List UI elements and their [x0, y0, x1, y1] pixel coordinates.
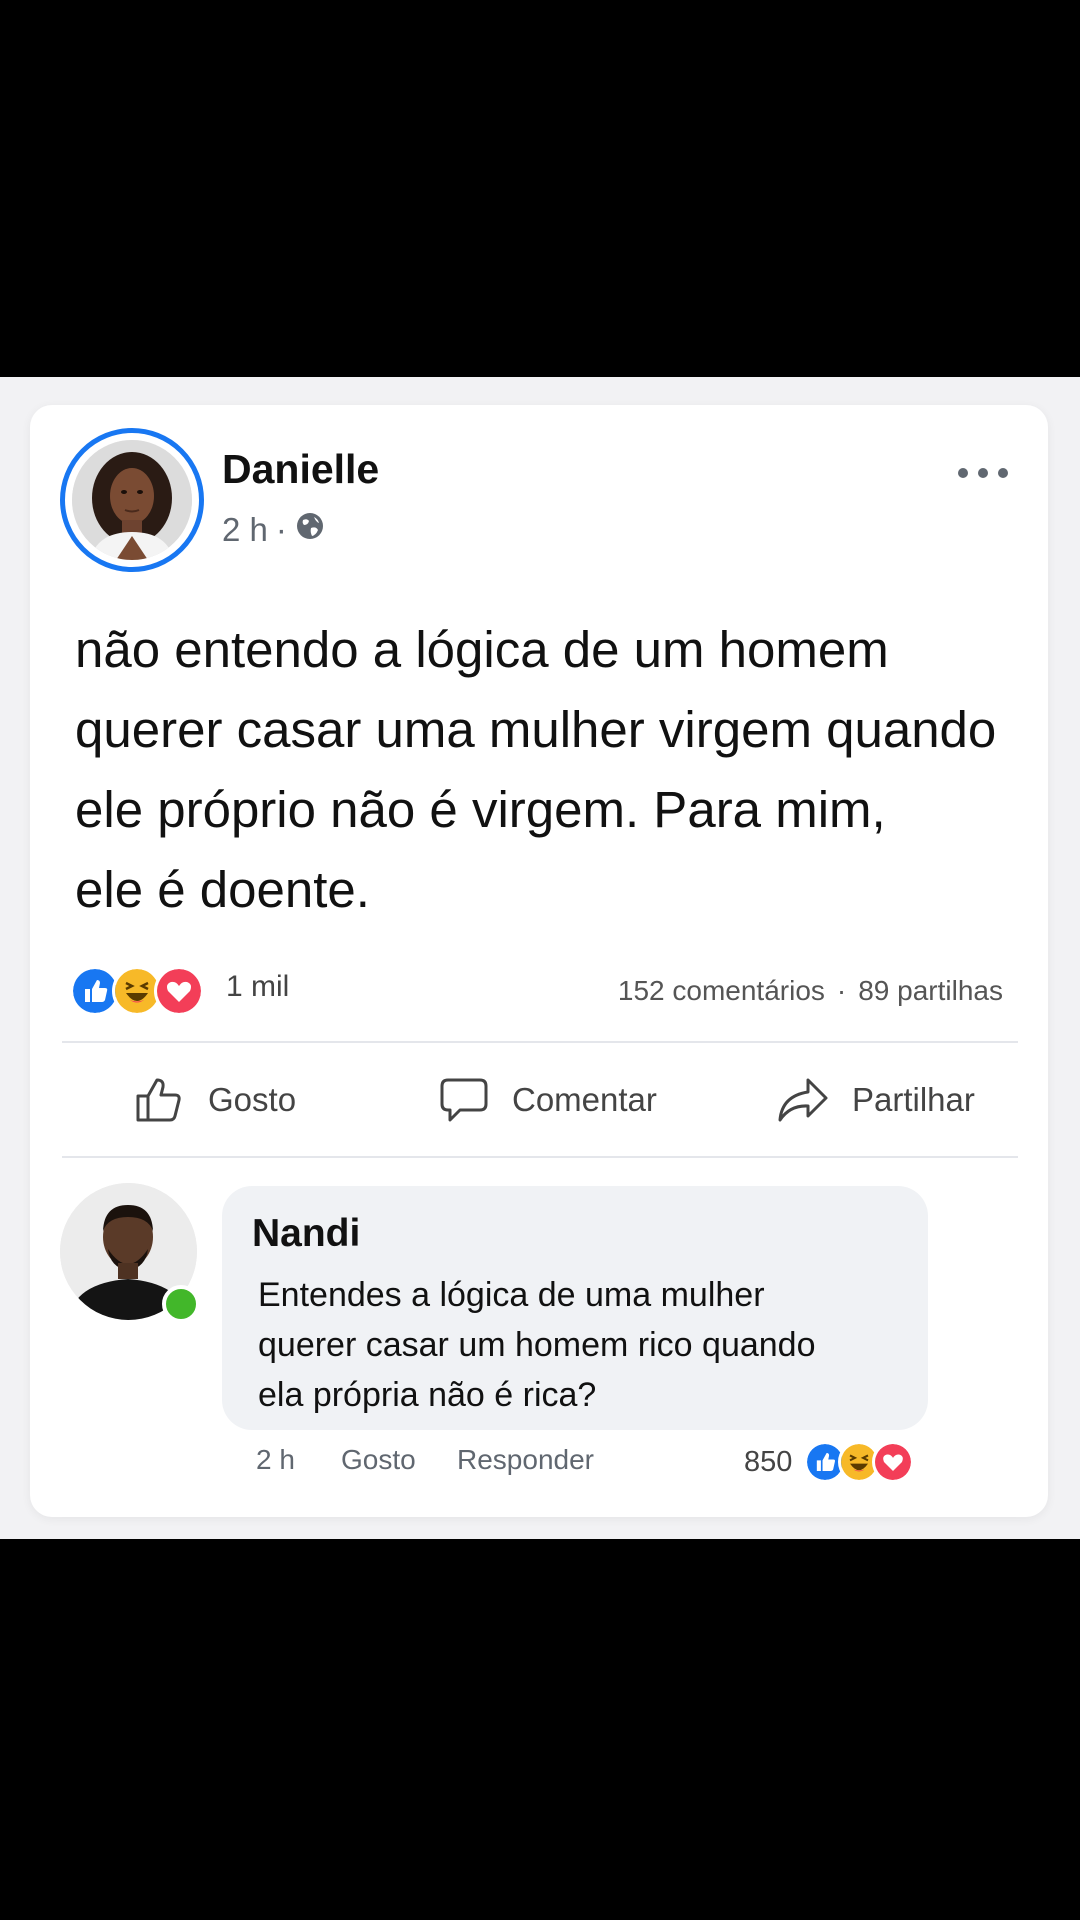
- meta-separator: ·: [275, 511, 287, 548]
- screen: Danielle 2 h · não entendo a lógica de u…: [0, 0, 1080, 1920]
- globe-icon: [295, 511, 325, 549]
- post-text-line: ele é doente.: [75, 861, 370, 918]
- author-avatar-image: [72, 440, 192, 560]
- post-text-line: ele próprio não é virgem. Para mim,: [75, 781, 886, 838]
- like-label: Gosto: [208, 1081, 297, 1118]
- comment-label: Comentar: [512, 1081, 657, 1118]
- comments-count[interactable]: 152 comentários: [618, 975, 825, 1007]
- commenter-name[interactable]: Nandi: [252, 1212, 360, 1256]
- love-reaction-icon: [154, 966, 204, 1016]
- post-time[interactable]: 2 h: [222, 511, 268, 549]
- thumbs-up-icon: [136, 1078, 181, 1122]
- divider-top: [62, 1041, 1018, 1043]
- post-text: não entendo a lógica de um homem querer …: [75, 610, 1015, 930]
- comment-icon: [440, 1078, 488, 1122]
- comment-reactions[interactable]: 850: [744, 1440, 915, 1484]
- engagement-counts: 152 comentários · 89 partilhas: [618, 975, 1003, 1007]
- post-text-line: querer casar uma mulher virgem quando: [75, 701, 997, 758]
- comment-like-button[interactable]: Gosto: [341, 1444, 416, 1476]
- comment-text: Entendes a lógica de uma mulher querer c…: [258, 1270, 918, 1420]
- share-label: Partilhar: [852, 1081, 975, 1118]
- share-button[interactable]: Partilhar: [776, 1070, 975, 1130]
- comment-text-line: querer casar um homem rico quando: [258, 1326, 816, 1364]
- share-icon: [778, 1078, 828, 1122]
- comment-reactions-count: 850: [744, 1445, 793, 1478]
- shares-count[interactable]: 89 partilhas: [858, 975, 1003, 1007]
- divider-bottom: [62, 1156, 1018, 1158]
- comment-text-line: Entendes a lógica de uma mulher: [258, 1276, 765, 1314]
- reactions-count[interactable]: 1 mil: [226, 970, 289, 1004]
- like-button[interactable]: Gosto: [134, 1070, 296, 1130]
- online-status-indicator: [162, 1285, 200, 1323]
- comment-button[interactable]: Comentar: [438, 1070, 657, 1130]
- author-avatar[interactable]: [60, 428, 204, 572]
- post-meta: 2 h ·: [222, 510, 325, 550]
- comment-text-line: ela própria não é rica?: [258, 1376, 597, 1414]
- post-text-line: não entendo a lógica de um homem: [75, 621, 889, 678]
- reactions-summary[interactable]: [70, 966, 204, 1016]
- more-options-icon[interactable]: [958, 458, 1008, 488]
- author-name[interactable]: Danielle: [222, 446, 379, 493]
- comment-time[interactable]: 2 h: [256, 1444, 295, 1476]
- counts-separator: ·: [836, 975, 847, 1006]
- comment-reply-button[interactable]: Responder: [457, 1444, 594, 1476]
